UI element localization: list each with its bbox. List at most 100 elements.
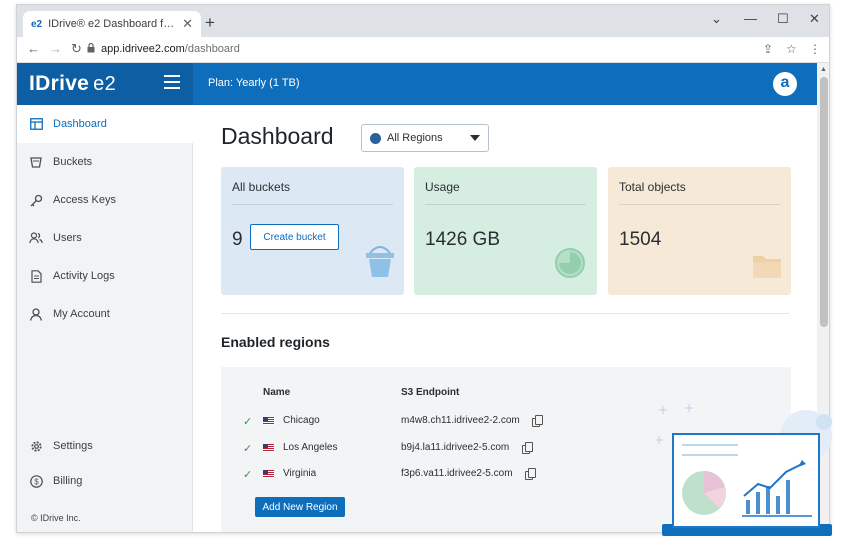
region-row: ✓ Chicago m4w8.ch11.idrivee2-2.com (221, 415, 621, 433)
sidebar-item-dashboard[interactable]: Dashboard (17, 105, 193, 143)
tab-search-icon[interactable]: ⌄ (711, 11, 722, 27)
sidebar-item-label: Access Keys (53, 194, 116, 206)
app-header: IDrive e2 Plan: Yearly (1 TB) a (17, 63, 817, 105)
sidebar-item-label: Settings (53, 440, 93, 452)
us-flag-icon (263, 470, 274, 478)
page-title: Dashboard (221, 123, 334, 149)
folder-icon (753, 256, 781, 278)
column-header-name: Name (263, 387, 291, 398)
sidebar-item-label: Billing (53, 475, 83, 487)
region-name: Chicago (283, 415, 320, 426)
tab-title: IDrive® e2 Dashboard for cloud (48, 18, 176, 30)
column-header-endpoint: S3 Endpoint (401, 387, 460, 398)
us-flag-icon (263, 417, 274, 425)
sidebar-item-label: My Account (53, 308, 110, 320)
bucket-icon (366, 246, 394, 277)
objects-count: 1504 (619, 229, 662, 250)
card-title: All buckets (232, 180, 291, 194)
copy-icon[interactable] (532, 415, 543, 427)
sidebar-item-users[interactable]: Users (17, 219, 193, 257)
region-row: ✓ Los Angeles b9j4.la11.idrivee2-5.com (221, 442, 621, 460)
sidebar-item-label: Users (53, 232, 82, 244)
card-divider (232, 204, 393, 205)
usage-value: 1426 GB (425, 229, 500, 250)
copy-icon[interactable] (525, 468, 536, 480)
region-endpoint: b9j4.la11.idrivee2-5.com (401, 442, 510, 453)
reload-icon[interactable]: ↻ (71, 41, 82, 57)
create-bucket-button[interactable]: Create bucket (250, 224, 339, 250)
check-icon: ✓ (243, 416, 253, 428)
url-path: /dashboard (184, 43, 240, 55)
region-name: Los Angeles (283, 442, 338, 453)
sidebar-item-my-account[interactable]: My Account (17, 295, 193, 333)
url-text[interactable]: app.idrivee2.com/dashboard (101, 43, 240, 55)
hamburger-menu-icon[interactable] (164, 75, 180, 89)
users-icon (29, 231, 43, 245)
sidebar-item-label: Buckets (53, 156, 93, 168)
sidebar-item-label: Activity Logs (53, 270, 115, 282)
svg-text:+: + (658, 403, 668, 417)
lock-icon[interactable] (87, 42, 95, 55)
section-divider (221, 313, 789, 314)
scroll-up-arrow-icon[interactable]: ▲ (820, 66, 827, 73)
card-title: Total objects (619, 180, 686, 194)
tab-favicon-icon: e2 (31, 18, 43, 30)
card-divider (425, 204, 586, 205)
browser-tabbar: e2 IDrive® e2 Dashboard for cloud ✕ + ⌄ … (17, 5, 829, 37)
buckets-count: 9 (232, 229, 243, 250)
region-name: Virginia (283, 468, 317, 479)
document-icon (29, 269, 43, 283)
sidebar-item-label: Dashboard (53, 118, 107, 130)
brand-area: IDrive e2 (17, 63, 193, 105)
dollar-icon: $ (29, 474, 43, 488)
plan-label: Plan: Yearly (1 TB) (208, 77, 300, 89)
region-select[interactable]: All Regions (361, 124, 489, 152)
avatar[interactable]: a (773, 72, 797, 96)
minimize-button[interactable]: — (744, 11, 757, 26)
globe-icon (370, 132, 381, 144)
copyright: © IDrive Inc. (31, 513, 81, 523)
address-bar: ← → ↻ app.idrivee2.com/dashboard ⇪ ☆ ⋮ (17, 37, 829, 63)
region-endpoint: m4w8.ch11.idrivee2-2.com (401, 415, 520, 426)
maximize-button[interactable]: ☐ (777, 11, 789, 27)
svg-text:$: $ (34, 477, 39, 486)
logo-product: e2 (93, 73, 117, 95)
share-icon[interactable]: ⇪ (763, 42, 773, 56)
kebab-menu-icon[interactable]: ⋮ (809, 42, 821, 56)
copy-icon[interactable] (522, 442, 533, 454)
browser-tab[interactable]: e2 IDrive® e2 Dashboard for cloud ✕ (23, 11, 201, 37)
person-icon (29, 307, 43, 321)
forward-arrow-icon[interactable]: → (49, 41, 62, 56)
tab-close-icon[interactable]: ✕ (182, 16, 193, 32)
gear-icon (29, 439, 43, 453)
star-icon[interactable]: ☆ (786, 42, 797, 56)
pie-chart-icon (555, 248, 585, 278)
add-new-region-button[interactable]: Add New Region (255, 497, 345, 517)
sidebar-item-billing[interactable]: $ Billing (17, 462, 193, 500)
back-arrow-icon[interactable]: ← (27, 41, 40, 56)
sidebar-item-settings[interactable]: Settings (17, 427, 193, 465)
scroll-thumb[interactable] (820, 77, 828, 327)
close-window-button[interactable]: ✕ (809, 11, 820, 27)
dashboard-icon (29, 117, 43, 131)
sidebar-item-buckets[interactable]: Buckets (17, 143, 193, 181)
new-tab-button[interactable]: + (205, 13, 215, 33)
usage-card: Usage 1426 GB (414, 167, 597, 295)
url-host: app.idrivee2.com (101, 43, 185, 55)
svg-text:+: + (684, 401, 694, 415)
sidebar-item-activity-logs[interactable]: Activity Logs (17, 257, 193, 295)
card-divider (619, 204, 780, 205)
logo-text: IDrive (29, 72, 90, 95)
sidebar-item-access-keys[interactable]: Access Keys (17, 181, 193, 219)
key-icon (29, 193, 43, 207)
us-flag-icon (263, 444, 274, 452)
region-select-value: All Regions (387, 132, 443, 144)
check-icon: ✓ (243, 443, 253, 455)
buckets-card: All buckets 9 Create bucket (221, 167, 404, 295)
objects-card: Total objects 1504 (608, 167, 791, 295)
enabled-regions-title: Enabled regions (221, 334, 330, 350)
card-title: Usage (425, 180, 460, 194)
bucket-icon (29, 155, 43, 169)
region-row: ✓ Virginia f3p6.va11.idrivee2-5.com (221, 468, 621, 486)
idrive-logo[interactable]: IDrive e2 (29, 72, 116, 96)
